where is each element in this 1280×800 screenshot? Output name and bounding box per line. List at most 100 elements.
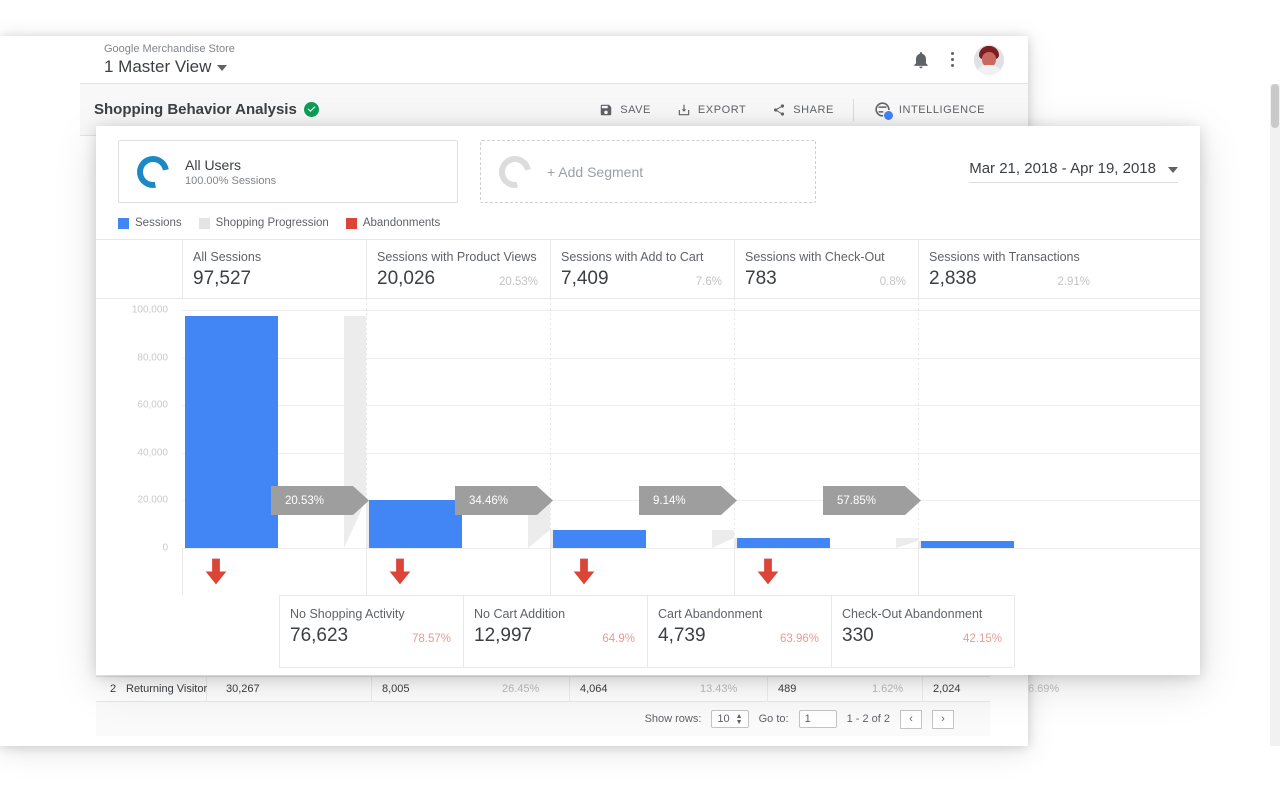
date-range-value: Mar 21, 2018 - Apr 19, 2018	[969, 160, 1156, 177]
page-title: Shopping Behavior Analysis	[94, 101, 319, 118]
shopping-behavior-funnel-chart: All Sessions 97,527 Sessions with Produc…	[96, 240, 1200, 670]
show-rows-value: 10	[717, 713, 730, 725]
abandonment-rate: 42.15%	[962, 633, 1002, 645]
show-rows-select[interactable]: 10 ▲ ▼	[711, 710, 749, 728]
abandonment-arrow-icon	[573, 558, 595, 585]
app-scrollbar[interactable]	[1270, 84, 1280, 746]
abandonment-row: No Shopping Activity 76,623 78.57% No Ca…	[96, 595, 1200, 668]
abandonment-arrow-icon	[757, 558, 779, 585]
cell-value-0: 30,267	[226, 683, 260, 695]
export-button[interactable]: EXPORT	[664, 94, 759, 126]
intelligence-icon	[873, 100, 894, 121]
progression-rate-1: 34.46%	[455, 486, 553, 515]
abandonment-value: 12,997	[474, 625, 533, 646]
cell-value-1: 8,005	[382, 683, 410, 695]
account-name: Google Merchandise Store	[104, 42, 235, 55]
show-rows-label: Show rows:	[644, 713, 702, 725]
legend-label: Shopping Progression	[215, 217, 329, 229]
abandonment-rate: 63.96%	[779, 633, 819, 645]
chevron-down-icon	[1168, 167, 1178, 173]
header-actions	[911, 44, 1004, 75]
legend-item-shopping-progression[interactable]: Shopping Progression	[198, 217, 329, 229]
share-button[interactable]: SHARE	[759, 94, 847, 126]
donut-icon	[130, 149, 176, 194]
row-label: Returning Visitor	[126, 683, 208, 695]
date-range-picker[interactable]: Mar 21, 2018 - Apr 19, 2018	[969, 160, 1178, 183]
abandonment-value: 4,739	[658, 625, 706, 646]
cell-value-2: 4,064	[580, 683, 608, 695]
column-pct	[354, 288, 366, 290]
legend-item-abandonments[interactable]: Abandonments	[345, 217, 441, 229]
view-name: 1 Master View	[104, 56, 212, 76]
chevron-down-icon	[217, 64, 228, 71]
view-selector[interactable]: 1 Master View	[104, 57, 235, 77]
kebab-menu-icon[interactable]	[945, 48, 960, 71]
column-value: 783	[745, 268, 777, 289]
save-button[interactable]: SAVE	[586, 94, 664, 126]
divider	[852, 98, 854, 121]
segment-name: All Users	[185, 156, 242, 173]
avatar[interactable]	[974, 44, 1004, 75]
page-title-text: Shopping Behavior Analysis	[94, 101, 297, 118]
report-panel: All Users 100.00% Sessions + Add Segment…	[96, 126, 1200, 675]
abandonment-cell-1: No Cart Addition 12,997 64.9%	[463, 595, 647, 667]
cell-value-3: 489	[778, 683, 797, 695]
download-icon	[678, 104, 690, 115]
table-pager: Show rows: 10 ▲ ▼ Go to: 1 1 - 2 of 2 ‹ ›	[96, 702, 990, 736]
legend-swatch	[118, 217, 129, 229]
column-value: 7,409	[561, 268, 609, 289]
column-label: All Sessions	[193, 250, 262, 264]
legend-label: Abandonments	[362, 217, 441, 229]
column-label: Sessions with Check-Out	[745, 250, 885, 264]
verified-shield-icon	[303, 102, 319, 117]
abandonment-label: Cart Abandonment	[658, 607, 763, 621]
account-selector[interactable]: Google Merchandise Store 1 Master View	[104, 43, 235, 76]
goto-input[interactable]: 1	[798, 710, 837, 728]
column-value: 2,838	[929, 268, 977, 289]
funnel-column-2: Sessions with Add to Cart 7,409 7.6%	[550, 240, 734, 298]
cell-pct-3: 1.62%	[872, 683, 904, 695]
abandonment-cell-0: No Shopping Activity 76,623 78.57%	[279, 595, 463, 667]
intelligence-button[interactable]: INTELLIGENCE	[860, 94, 998, 126]
table-row[interactable]: 2 Returning Visitor 30,267 8,005 26.45% …	[96, 676, 1059, 703]
legend-swatch	[345, 217, 357, 229]
bar-check-out	[737, 538, 830, 548]
range-label: 1 - 2 of 2	[846, 713, 890, 725]
cell-pct-1: 26.45%	[502, 683, 540, 695]
export-label: EXPORT	[697, 103, 747, 116]
abandonment-arrow-icon	[389, 558, 411, 585]
legend-label: Sessions	[135, 217, 182, 229]
next-page-button[interactable]: ›	[932, 709, 954, 729]
bar-all-sessions	[185, 316, 278, 548]
abandonment-label: Check-Out Abandonment	[842, 607, 983, 621]
funnel-column-0: All Sessions 97,527	[182, 240, 366, 298]
abandonment-arrow-icon	[205, 558, 227, 585]
column-label: Sessions with Product Views	[377, 250, 537, 264]
column-label: Sessions with Add to Cart	[561, 250, 704, 264]
column-pct: 0.8%	[879, 276, 906, 288]
abandonment-value: 330	[842, 625, 874, 646]
prev-page-button[interactable]: ‹	[900, 709, 922, 729]
legend-item-sessions[interactable]: Sessions	[118, 217, 182, 229]
segment-sub: 100.00% Sessions	[185, 174, 277, 187]
add-segment-label: + Add Segment	[547, 163, 644, 180]
bar-transactions	[921, 541, 1014, 548]
share-label: SHARE	[793, 103, 834, 116]
progression-rate-0: 20.53%	[271, 486, 369, 515]
add-segment-button[interactable]: + Add Segment	[480, 140, 816, 203]
bar-product-views	[369, 500, 462, 548]
column-value: 20,026	[377, 268, 436, 289]
row-index: 2	[110, 683, 117, 695]
abandonment-cell-2: Cart Abandonment 4,739 63.96%	[647, 595, 831, 667]
progression-rate-2: 9.14%	[639, 486, 737, 515]
abandonment-value: 76,623	[290, 625, 349, 646]
chart-legend: Sessions Shopping Progression Abandonmen…	[96, 203, 1200, 239]
segment-all-users[interactable]: All Users 100.00% Sessions	[118, 140, 458, 203]
scrollbar-thumb[interactable]	[1271, 84, 1279, 128]
cell-pct-2: 13.43%	[700, 683, 738, 695]
chart-plot-area: 100,000 80,000 60,000 40,000 20,000 0 20…	[96, 298, 1200, 554]
column-pct: 2.91%	[1057, 276, 1090, 288]
funnel-column-1: Sessions with Product Views 20,026 20.53…	[366, 240, 550, 298]
bell-icon[interactable]	[911, 50, 931, 70]
abandonment-label: No Cart Addition	[474, 607, 566, 621]
